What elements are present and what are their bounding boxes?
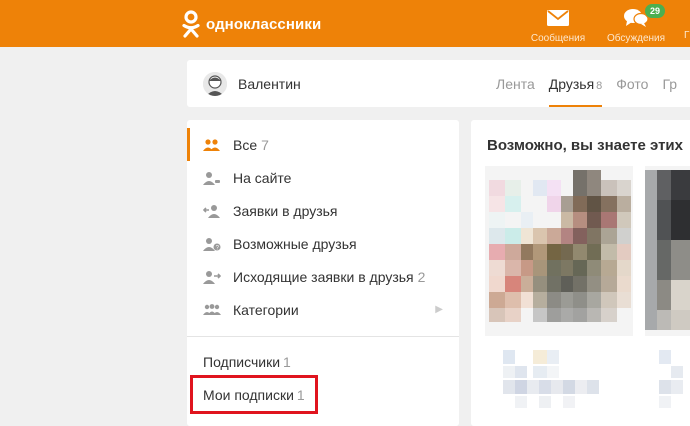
friends-icon xyxy=(203,138,221,152)
profile-tabs: Лента Друзья 8 Фото Гр xyxy=(496,60,690,107)
pixelated-photo-image xyxy=(485,166,633,336)
tab-photos-label: Фото xyxy=(616,76,649,92)
tab-friends-label: Друзья xyxy=(548,76,595,92)
user-avatar-icon xyxy=(203,72,227,96)
pixelated-text-image xyxy=(503,350,599,408)
messages-label: Сообщения xyxy=(530,33,586,44)
menu-item-requests[interactable]: Заявки в друзья xyxy=(187,194,459,227)
menu-item-label: Все xyxy=(233,136,258,153)
ok-logo-icon xyxy=(182,10,200,38)
tab-feed-label: Лента xyxy=(496,76,535,92)
tab-groups[interactable]: Гр xyxy=(662,60,677,107)
friend-suggestion-name-blur[interactable] xyxy=(503,348,613,410)
menu-item-categories[interactable]: Категории ▶ xyxy=(187,293,459,326)
tab-photos[interactable]: Фото xyxy=(616,60,648,107)
messages-button[interactable]: Сообщения xyxy=(523,8,593,44)
discussions-label: Обсуждения xyxy=(606,33,666,44)
tab-friends-count: 8 xyxy=(596,80,603,92)
top-navbar: одноклассники Сообщения 29 Обсуждения Г xyxy=(0,0,690,47)
discussions-button[interactable]: 29 Обсуждения xyxy=(601,3,671,44)
menu-item-label: На сайте xyxy=(233,169,292,186)
menu-item-online[interactable]: На сайте xyxy=(187,161,459,194)
avatar[interactable] xyxy=(203,72,227,96)
tab-friends[interactable]: Друзья 8 xyxy=(548,60,603,107)
envelope-icon xyxy=(547,10,569,26)
friend-suggestion-photo[interactable] xyxy=(645,166,690,336)
user-online-icon xyxy=(203,171,221,185)
recommendations-title: Возможно, вы знаете этих xyxy=(487,137,683,154)
menu-item-count: 2 xyxy=(417,268,426,285)
categories-icon xyxy=(203,303,221,317)
menu-item-label: Исходящие заявки в друзья xyxy=(233,268,414,285)
ok-logo[interactable]: одноклассники xyxy=(181,10,321,38)
subscribers-link[interactable]: Подписчики 1 xyxy=(203,354,291,370)
incoming-request-icon xyxy=(203,204,221,218)
subscribers-label: Подписчики xyxy=(203,354,281,370)
tab-feed[interactable]: Лента xyxy=(496,60,535,107)
possible-friends-icon: ? xyxy=(203,237,221,251)
tab-groups-label: Гр xyxy=(662,76,678,92)
friend-suggestion-photo[interactable] xyxy=(485,166,633,336)
subscribers-count: 1 xyxy=(283,354,291,370)
menu-item-count: 7 xyxy=(261,136,269,153)
menu-item-label: Заявки в друзья xyxy=(233,202,338,219)
logo-text: одноклассники xyxy=(206,15,322,33)
discussions-badge: 29 xyxy=(644,3,667,19)
user-name[interactable]: Валентин xyxy=(238,76,301,92)
menu-item-label: Возможные друзья xyxy=(233,235,357,252)
pixelated-text-image xyxy=(659,350,683,408)
recommendations-card: Возможно, вы знаете этих xyxy=(471,120,690,426)
pixelated-photo-image xyxy=(645,166,690,336)
outgoing-request-icon xyxy=(203,270,221,284)
menu-item-outgoing[interactable]: Исходящие заявки в друзья 2 xyxy=(187,260,459,293)
friends-menu-list: Все 7 На сайте Заявки в друзья ? Возможны… xyxy=(187,128,459,326)
cut-nav-item[interactable]: Г xyxy=(684,30,690,40)
menu-item-all[interactable]: Все 7 xyxy=(187,128,459,161)
menu-item-label: Категории xyxy=(233,301,299,318)
menu-item-possible[interactable]: ? Возможные друзья xyxy=(187,227,459,260)
highlight-frame xyxy=(190,375,318,414)
menu-divider xyxy=(187,336,459,337)
friend-suggestion-name-blur[interactable] xyxy=(659,348,690,410)
profile-bar: Валентин Лента Друзья 8 Фото Гр xyxy=(187,60,690,107)
chevron-right-icon: ▶ xyxy=(435,304,443,315)
